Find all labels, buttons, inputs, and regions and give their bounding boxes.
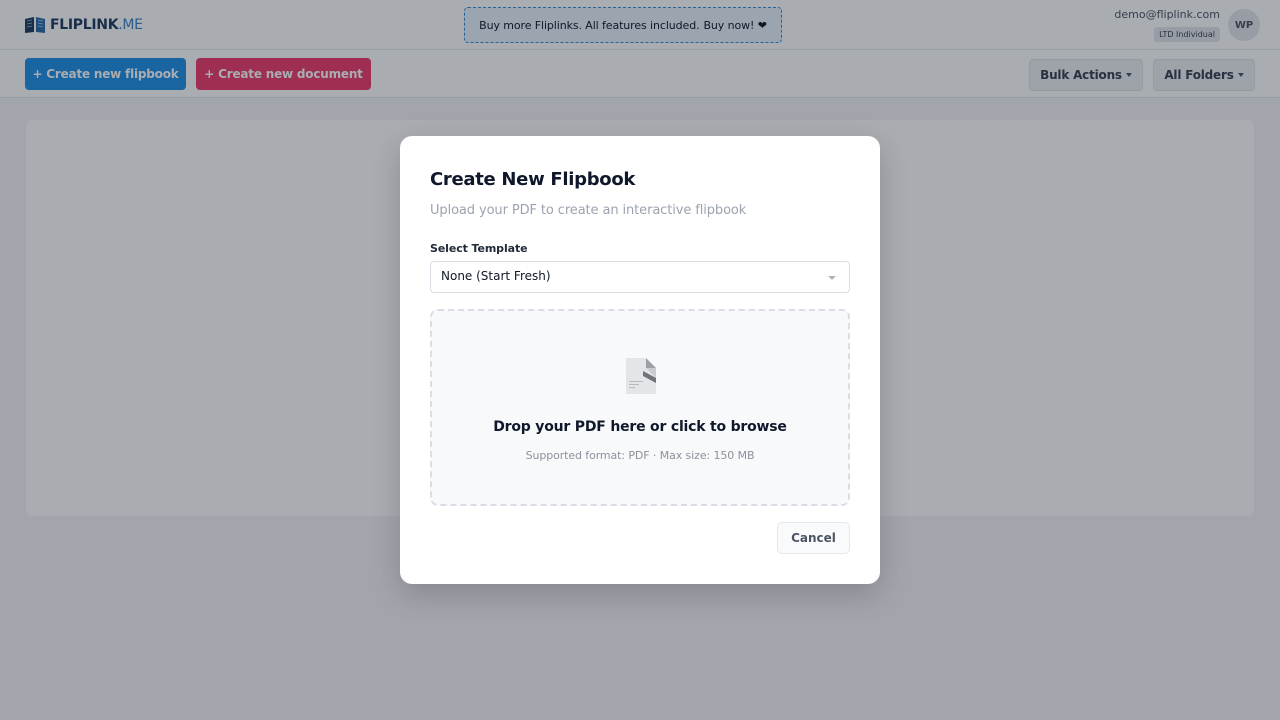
chevron-down-icon <box>828 276 836 280</box>
dropzone-title: Drop your PDF here or click to browse <box>493 419 787 435</box>
file-icon <box>626 358 656 394</box>
pdf-dropzone[interactable]: Drop your PDF here or click to browse Su… <box>430 309 850 506</box>
dropzone-hint: Supported format: PDF · Max size: 150 MB <box>525 449 755 462</box>
modal-title: Create New Flipbook <box>430 169 636 190</box>
template-label: Select Template <box>430 242 528 255</box>
template-select[interactable]: None (Start Fresh) <box>430 261 850 293</box>
modal-subtitle: Upload your PDF to create an interactive… <box>430 203 747 218</box>
template-select-value: None (Start Fresh) <box>441 269 551 283</box>
create-flipbook-modal: Create New Flipbook Upload your PDF to c… <box>400 136 880 584</box>
cancel-button[interactable]: Cancel <box>777 522 850 554</box>
